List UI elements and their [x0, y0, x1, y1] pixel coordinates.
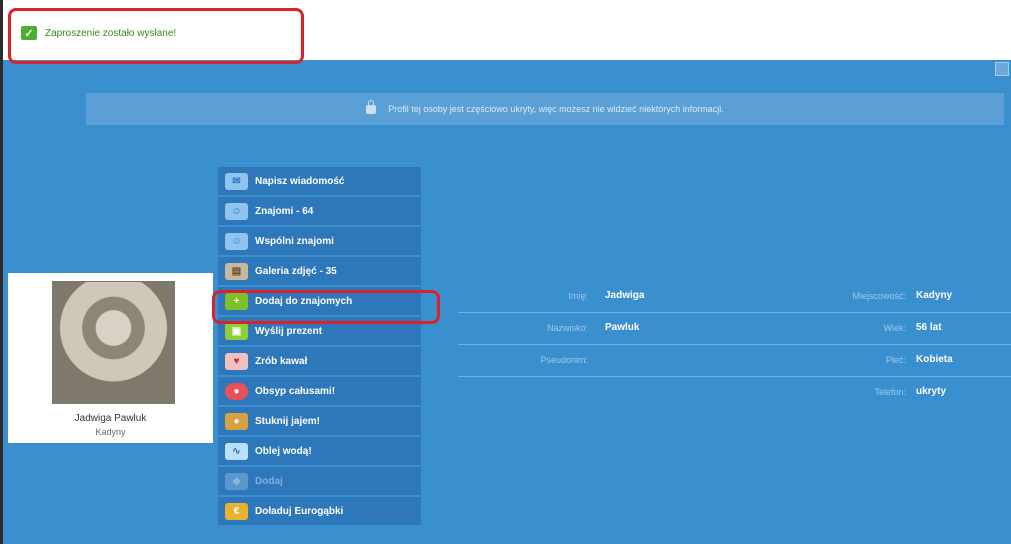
gift-icon: ▣ — [225, 322, 248, 340]
menu-item-friends[interactable]: ☺ Znajomi - 64 — [218, 197, 421, 225]
profile-photo[interactable] — [52, 281, 175, 404]
menu-item-label: Wyślij prezent — [255, 325, 323, 337]
privacy-notice: Profil tej osoby jest częściowo ukryty, … — [86, 93, 1004, 125]
highlight-success-message — [8, 8, 304, 64]
profile-details: Imię: Jadwiga Miejscowość: Kadyny Nazwis… — [458, 281, 1011, 408]
details-row: Pseudonim: Płeć: Kobieta — [458, 344, 1011, 376]
kiss-icon: ● — [225, 382, 248, 400]
menu-item-label: Galeria zdjęć - 35 — [255, 265, 337, 277]
profile-city: Kadyny — [95, 427, 126, 437]
age-value: 56 lat — [916, 322, 942, 333]
menu-item-label: Znajomi - 64 — [255, 205, 314, 217]
envelope-icon: ✉ — [225, 172, 248, 190]
expand-icon[interactable] — [995, 62, 1009, 76]
eurosponge-icon: € — [225, 502, 248, 520]
menu-item-label: Doładuj Eurogąbki — [255, 505, 344, 517]
lock-icon — [366, 99, 377, 114]
phone-value: ukryty — [916, 386, 947, 397]
age-label: Wiek: — [883, 323, 907, 333]
privacy-notice-text: Profil tej osoby jest częściowo ukryty, … — [388, 104, 724, 114]
menu-item-photo-gallery[interactable]: ▤ Galeria zdjęć - 35 — [218, 257, 421, 285]
water-icon: ∿ — [225, 442, 248, 460]
menu-item-eurosponge[interactable]: € Doładuj Eurogąbki — [218, 497, 421, 525]
menu-item-label: Wspólni znajomi — [255, 235, 334, 247]
profile-actions-menu: ✉ Napisz wiadomość ☺ Znajomi - 64 ☺ Wspó… — [218, 167, 421, 527]
menu-item-mutual-friends[interactable]: ☺ Wspólni znajomi — [218, 227, 421, 255]
menu-item-label: Stuknij jajem! — [255, 415, 321, 427]
friends-icon: ☺ — [225, 202, 248, 220]
menu-item-send-message[interactable]: ✉ Napisz wiadomość — [218, 167, 421, 195]
prank-icon: ♥ — [225, 352, 248, 370]
menu-item-disabled: ◆ Dodaj — [218, 467, 421, 495]
menu-item-prank[interactable]: ♥ Zrób kawał — [218, 347, 421, 375]
profile-main-area: Profil tej osoby jest częściowo ukryty, … — [3, 60, 1011, 544]
disabled-item-icon: ◆ — [225, 472, 248, 490]
menu-item-kisses[interactable]: ● Obsyp całusami! — [218, 377, 421, 405]
page-frame: ✓ Zaproszenie zostało wysłane! Profil te… — [0, 0, 1011, 544]
profile-card: Jadwiga Pawluk Kadyny — [8, 273, 213, 443]
menu-item-label: Oblej wodą! — [255, 445, 312, 457]
city-label: Miejscowość: — [852, 291, 906, 301]
last-name-label: Nazwisko: — [546, 323, 588, 333]
gender-value: Kobieta — [916, 354, 953, 365]
details-row: Imię: Jadwiga Miejscowość: Kadyny — [458, 281, 1011, 312]
mutual-friends-icon: ☺ — [225, 232, 248, 250]
menu-item-label: Dodaj — [255, 475, 283, 487]
details-row: Telefon: ukryty — [458, 376, 1011, 408]
menu-item-label: Obsyp całusami! — [255, 385, 336, 397]
profile-name[interactable]: Jadwiga Pawluk — [8, 413, 213, 424]
gender-label: Płeć: — [885, 355, 906, 365]
egg-icon: ● — [225, 412, 248, 430]
menu-item-label: Zrób kawał — [255, 355, 308, 367]
menu-item-water[interactable]: ∿ Oblej wodą! — [218, 437, 421, 465]
details-row: Nazwisko: Pawluk Wiek: 56 lat — [458, 312, 1011, 344]
highlight-add-friend — [212, 290, 440, 324]
city-value: Kadyny — [916, 290, 953, 301]
photo-gallery-icon: ▤ — [225, 262, 248, 280]
first-name-value: Jadwiga — [605, 290, 645, 301]
phone-label: Telefon: — [874, 387, 906, 397]
menu-item-egg[interactable]: ● Stuknij jajem! — [218, 407, 421, 435]
first-name-label: Imię: — [568, 291, 588, 301]
last-name-value: Pawluk — [605, 322, 640, 333]
menu-item-label: Napisz wiadomość — [255, 175, 345, 187]
nickname-label: Pseudonim: — [540, 355, 588, 365]
